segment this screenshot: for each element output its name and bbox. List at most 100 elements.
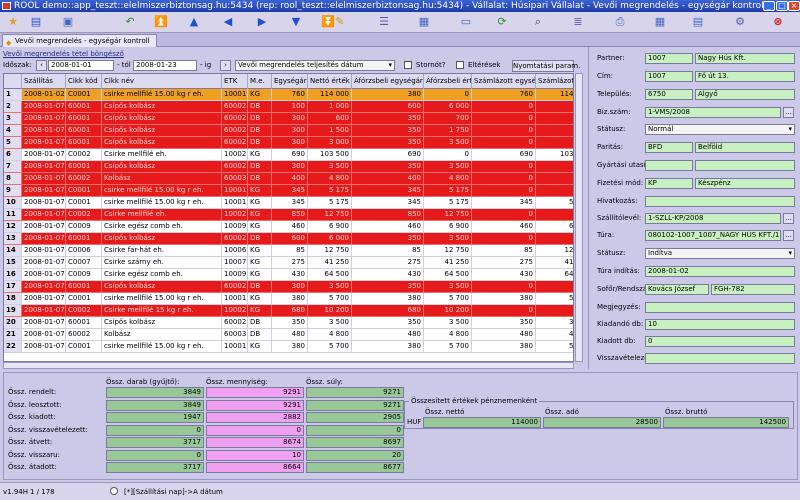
column-header[interactable]: Számlázott egységár <box>472 74 536 89</box>
column-header[interactable]: M.e. <box>248 74 272 89</box>
table-row[interactable]: 20 2008-01-07 60001 Csípős kolbász 60002 DB 35… <box>4 317 573 329</box>
print-icon[interactable]: ⎙ <box>612 15 628 29</box>
first-record-icon[interactable]: ⏫ <box>153 15 169 29</box>
bizszam-field[interactable]: 1-VMS/2008 <box>645 107 781 118</box>
paritas-code-field[interactable]: BFD <box>645 142 693 153</box>
table-icon[interactable]: ▦ <box>652 15 668 29</box>
save-icon[interactable]: ▣ <box>60 15 76 29</box>
gyartasi-code-field[interactable] <box>645 160 693 171</box>
minimize-button[interactable]: _ <box>763 1 775 11</box>
visszavetelezett-field[interactable] <box>645 353 795 364</box>
table-row[interactable]: 2 2008-01-07 60001 Csípős kolbász 60002 DB 100… <box>4 101 573 113</box>
column-header[interactable]: Cikk név <box>102 74 222 89</box>
partner-code-field[interactable]: 1007 <box>645 53 693 64</box>
megjegyzes-field[interactable] <box>645 302 795 313</box>
table-row[interactable]: 14 2008-01-07 C0006 Csirke far-hát eh. 10006… <box>4 245 573 257</box>
settings-icon[interactable]: ⚙ <box>732 15 748 29</box>
column-header[interactable]: ETK <box>222 74 248 89</box>
table-row[interactable]: 6 2008-01-07 C0002 Csirke mellfilé eh. 10002… <box>4 149 573 161</box>
gyartasi-field[interactable] <box>695 160 795 171</box>
tura-inditas-field[interactable]: 2008-01-02 <box>645 266 795 277</box>
value-summary-group: Összesített értékek pénznemenként Össz. … <box>404 396 794 429</box>
table-row[interactable]: 5 2008-01-07 60001 Csípős kolbász 60002 DB 300… <box>4 137 573 149</box>
edit-icon[interactable]: ✎ <box>332 15 348 29</box>
statusz-select[interactable]: Normál ▾ <box>645 124 795 135</box>
stornot-checkbox[interactable] <box>404 61 412 69</box>
table-row[interactable]: 7 2008-01-07 60001 Csípős kolbász 60002 DB 300… <box>4 161 573 173</box>
fizetesi-code-field[interactable]: KP <box>645 178 693 189</box>
print-params-button[interactable]: Nyomtatási param. <box>512 60 580 72</box>
window-icon[interactable]: ▭ <box>458 15 474 29</box>
table-row[interactable]: 10 2008-01-07 C0001 csirke mellfilé 15.00 k… <box>4 197 573 209</box>
table-row[interactable]: 12 2008-01-07 C0009 Csirke egész comb eh. 10… <box>4 221 573 233</box>
period-prev-button[interactable]: ‹ <box>36 60 47 71</box>
export-icon[interactable]: ▤ <box>690 15 706 29</box>
new-icon[interactable]: ★ <box>5 15 21 29</box>
maximize-button[interactable]: □ <box>776 1 788 11</box>
search-icon[interactable]: ⌕ <box>530 15 546 29</box>
table-row[interactable]: 21 2008-01-07 60002 Kolbász 60003 DB 480 4 800 4… <box>4 329 573 341</box>
next-record-icon[interactable]: ▼ <box>288 15 304 29</box>
table-vertical-scrollbar[interactable] <box>575 73 583 362</box>
kiadott-field[interactable]: 0 <box>645 336 795 347</box>
tab-unit-price-control[interactable]: ◆ Vevői megrendelés - egységár kontroll <box>2 34 157 47</box>
column-header[interactable]: Áfórzsbeli egységár <box>352 74 424 89</box>
table-row[interactable]: 18 2008-01-07 C0001 csirke mellfilé 15.00 k… <box>4 293 573 305</box>
column-header[interactable]: Számlázott érték <box>536 74 573 89</box>
table-row[interactable]: 16 2008-01-07 C0009 Csirke egész comb eh. 10… <box>4 269 573 281</box>
refresh-icon[interactable]: ⟳ <box>494 15 510 29</box>
previous-record-icon[interactable]: ▲ <box>186 15 202 29</box>
column-header[interactable]: Cikk kód <box>66 74 102 89</box>
column-header[interactable]: Nettó érték <box>308 74 352 89</box>
period-next-button[interactable]: › <box>220 60 231 71</box>
table-row[interactable]: 22 2008-01-07 C0001 csirke mellfilé 15.00 k… <box>4 341 573 353</box>
postal-code-field[interactable]: 6750 <box>645 89 693 100</box>
column-header[interactable]: Áfórzsbeli érték <box>424 74 472 89</box>
bizszam-lookup-button[interactable]: … <box>783 107 794 118</box>
tura-lookup-button[interactable]: … <box>783 230 794 241</box>
cim-field[interactable]: Fő út 13. <box>695 71 795 82</box>
fizetesi-name-field[interactable]: Készpénz <box>695 178 795 189</box>
paritas-name-field[interactable]: Belföld <box>695 142 795 153</box>
table-row[interactable]: 19 2008-01-07 C0002 Csirke mellfilé 15 kg r… <box>4 305 573 317</box>
date-type-select[interactable]: Vevői megrendelés teljesítés dátum ▾ <box>235 60 395 71</box>
rendszam-field[interactable]: FGH-782 <box>711 284 795 295</box>
list-icon[interactable]: ☰ <box>376 15 392 29</box>
exit-icon[interactable]: ⊗ <box>770 15 786 29</box>
undo-icon[interactable]: ↶ <box>122 15 138 29</box>
form-icon[interactable]: ▦ <box>416 15 432 29</box>
hivatkozas-field[interactable] <box>645 196 795 207</box>
table-row[interactable]: 13 2008-01-07 60001 Csípős kolbász 60002 DB 60… <box>4 233 573 245</box>
tura-field[interactable]: 080102-1007_1007_NAGY HÚS KFT./1 <box>645 230 781 241</box>
cim-code-field[interactable]: 1007 <box>645 71 693 82</box>
table-row[interactable]: 8 2008-01-07 60002 Kolbász 60003 DB 400 4 800 40… <box>4 173 573 185</box>
table-row[interactable]: 1 2008-01-02 C0001 csirke mellfilé 15.00 kg… <box>4 89 573 101</box>
sofor-field[interactable]: Kovács József <box>645 284 709 295</box>
previous-icon[interactable]: ◀ <box>220 15 236 29</box>
table-row[interactable]: 3 2008-01-07 60001 Csípős kolbász 60002 DB 300… <box>4 113 573 125</box>
elteresek-checkbox[interactable] <box>456 61 464 69</box>
next-icon[interactable]: ▶ <box>254 15 270 29</box>
kiadando-field[interactable]: 10 <box>645 319 795 330</box>
filter-icon[interactable]: ≣ <box>570 15 586 29</box>
date-to-field[interactable]: 2008-01-23 <box>133 60 197 71</box>
tura-statusz-select[interactable]: Indítva ▾ <box>645 248 795 259</box>
column-header[interactable] <box>4 74 22 89</box>
sort-radio[interactable] <box>110 487 118 495</box>
close-button[interactable]: × <box>788 1 800 11</box>
column-header[interactable]: Szállítás <box>22 74 66 89</box>
order-items-table[interactable]: Szállítás Cikk kód Cikk név ETK M.e. Egységár… <box>3 73 574 362</box>
table-row[interactable]: 17 2008-01-07 60001 Csípős kolbász 60002 DB 30… <box>4 281 573 293</box>
column-header[interactable]: Egységár <box>272 74 308 89</box>
table-horizontal-scrollbar[interactable] <box>3 362 574 369</box>
table-row[interactable]: 11 2008-01-07 C0002 Csirke mellfilé eh. 1000… <box>4 209 573 221</box>
szallitolevel-field[interactable]: 1-SZLL-KP/2008 <box>645 213 781 224</box>
szallitolevel-lookup-button[interactable]: … <box>783 213 794 224</box>
open-icon[interactable]: ▤ <box>28 15 44 29</box>
date-from-field[interactable]: 2008-01-01 <box>48 60 114 71</box>
table-row[interactable]: 4 2008-01-07 60001 Csípős kolbász 60002 DB 300… <box>4 125 573 137</box>
telepules-field[interactable]: Algyő <box>695 89 795 100</box>
partner-name-field[interactable]: Nagy Hús Kft. <box>695 53 795 64</box>
table-row[interactable]: 9 2008-01-07 C0001 csirke mellfilé 15.00 kg… <box>4 185 573 197</box>
table-row[interactable]: 15 2008-01-07 C0007 Csirke szárny eh. 10007 K… <box>4 257 573 269</box>
